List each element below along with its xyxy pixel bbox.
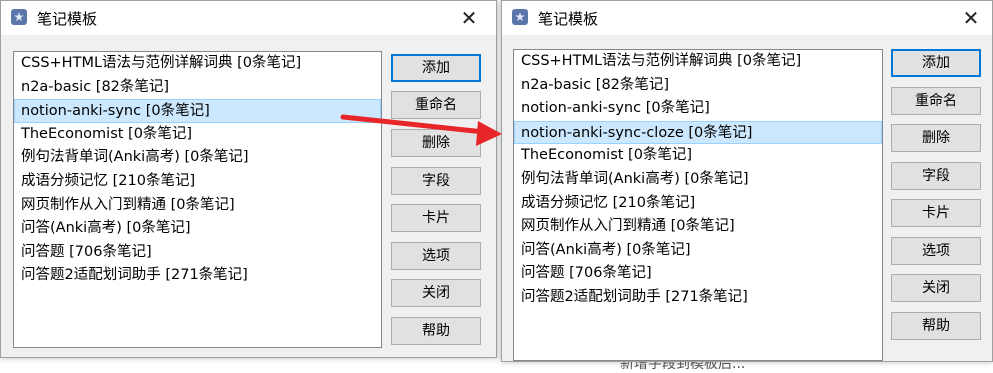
list-item-selected[interactable]: notion-anki-sync-cloze [0条笔记] — [514, 120, 882, 145]
list-item[interactable]: 问答题 [706条笔记] — [514, 262, 882, 286]
list-item[interactable]: 网页制作从入门到精通 [0条笔记] — [14, 194, 381, 218]
delete-button[interactable]: 删除 — [891, 124, 981, 152]
help-button[interactable]: 帮助 — [391, 317, 481, 345]
note-type-list[interactable]: CSS+HTML语法与范例详解词典 [0条笔记] n2a-basic [82条笔… — [13, 51, 382, 348]
help-button[interactable]: 帮助 — [891, 312, 981, 340]
cards-button[interactable]: 卡片 — [391, 204, 481, 232]
titlebar[interactable]: 笔记模板 ✕ — [502, 1, 992, 35]
close-button[interactable]: 关闭 — [391, 279, 481, 307]
list-item[interactable]: n2a-basic [82条笔记] — [514, 74, 882, 98]
note-types-dialog-before: 笔记模板 ✕ CSS+HTML语法与范例详解词典 [0条笔记] n2a-basi… — [0, 0, 497, 358]
note-types-dialog-after: 笔记模板 ✕ CSS+HTML语法与范例详解词典 [0条笔记] n2a-basi… — [501, 0, 993, 362]
list-item[interactable]: notion-anki-sync [0条笔记] — [514, 97, 882, 121]
rename-button[interactable]: 重命名 — [891, 87, 981, 115]
close-icon[interactable]: ✕ — [956, 4, 986, 32]
titlebar[interactable]: 笔记模板 ✕ — [1, 1, 496, 35]
list-item[interactable]: TheEconomist [0条笔记] — [14, 123, 381, 147]
close-icon[interactable]: ✕ — [454, 4, 484, 32]
list-item[interactable]: 问答题2适配划词助手 [271条笔记] — [14, 264, 381, 288]
window-title: 笔记模板 — [538, 10, 599, 28]
fields-button[interactable]: 字段 — [891, 162, 981, 190]
fields-button[interactable]: 字段 — [391, 167, 481, 195]
delete-button[interactable]: 删除 — [391, 129, 481, 157]
list-item[interactable]: 成语分频记忆 [210条笔记] — [514, 192, 882, 216]
add-button[interactable]: 添加 — [891, 49, 981, 77]
anki-star-icon — [11, 9, 27, 25]
list-item[interactable]: 例句法背单词(Anki高考) [0条笔记] — [514, 168, 882, 192]
list-item[interactable]: 例句法背单词(Anki高考) [0条笔记] — [14, 146, 381, 170]
cards-button[interactable]: 卡片 — [891, 199, 981, 227]
list-item-selected[interactable]: notion-anki-sync [0条笔记] — [14, 99, 381, 123]
list-item[interactable]: 成语分频记忆 [210条笔记] — [14, 170, 381, 194]
list-item[interactable]: 问答(Anki高考) [0条笔记] — [514, 239, 882, 263]
list-item[interactable]: n2a-basic [82条笔记] — [14, 76, 381, 100]
note-type-list[interactable]: CSS+HTML语法与范例详解词典 [0条笔记] n2a-basic [82条笔… — [513, 49, 883, 361]
list-item[interactable]: TheEconomist [0条笔记] — [514, 144, 882, 168]
list-item[interactable]: 问答(Anki高考) [0条笔记] — [14, 217, 381, 241]
close-button[interactable]: 关闭 — [891, 274, 981, 302]
list-item[interactable]: CSS+HTML语法与范例详解词典 [0条笔记] — [514, 50, 882, 74]
list-item[interactable]: 问答题2适配划词助手 [271条笔记] — [514, 286, 882, 310]
rename-button[interactable]: 重命名 — [391, 91, 481, 119]
list-item[interactable]: CSS+HTML语法与范例详解词典 [0条笔记] — [14, 52, 381, 76]
list-item[interactable]: 网页制作从入门到精通 [0条笔记] — [514, 215, 882, 239]
anki-star-icon — [512, 9, 528, 25]
options-button[interactable]: 选项 — [891, 237, 981, 265]
add-button[interactable]: 添加 — [391, 54, 481, 82]
list-item[interactable]: 问答题 [706条笔记] — [14, 241, 381, 265]
window-title: 笔记模板 — [37, 10, 98, 28]
options-button[interactable]: 选项 — [391, 242, 481, 270]
